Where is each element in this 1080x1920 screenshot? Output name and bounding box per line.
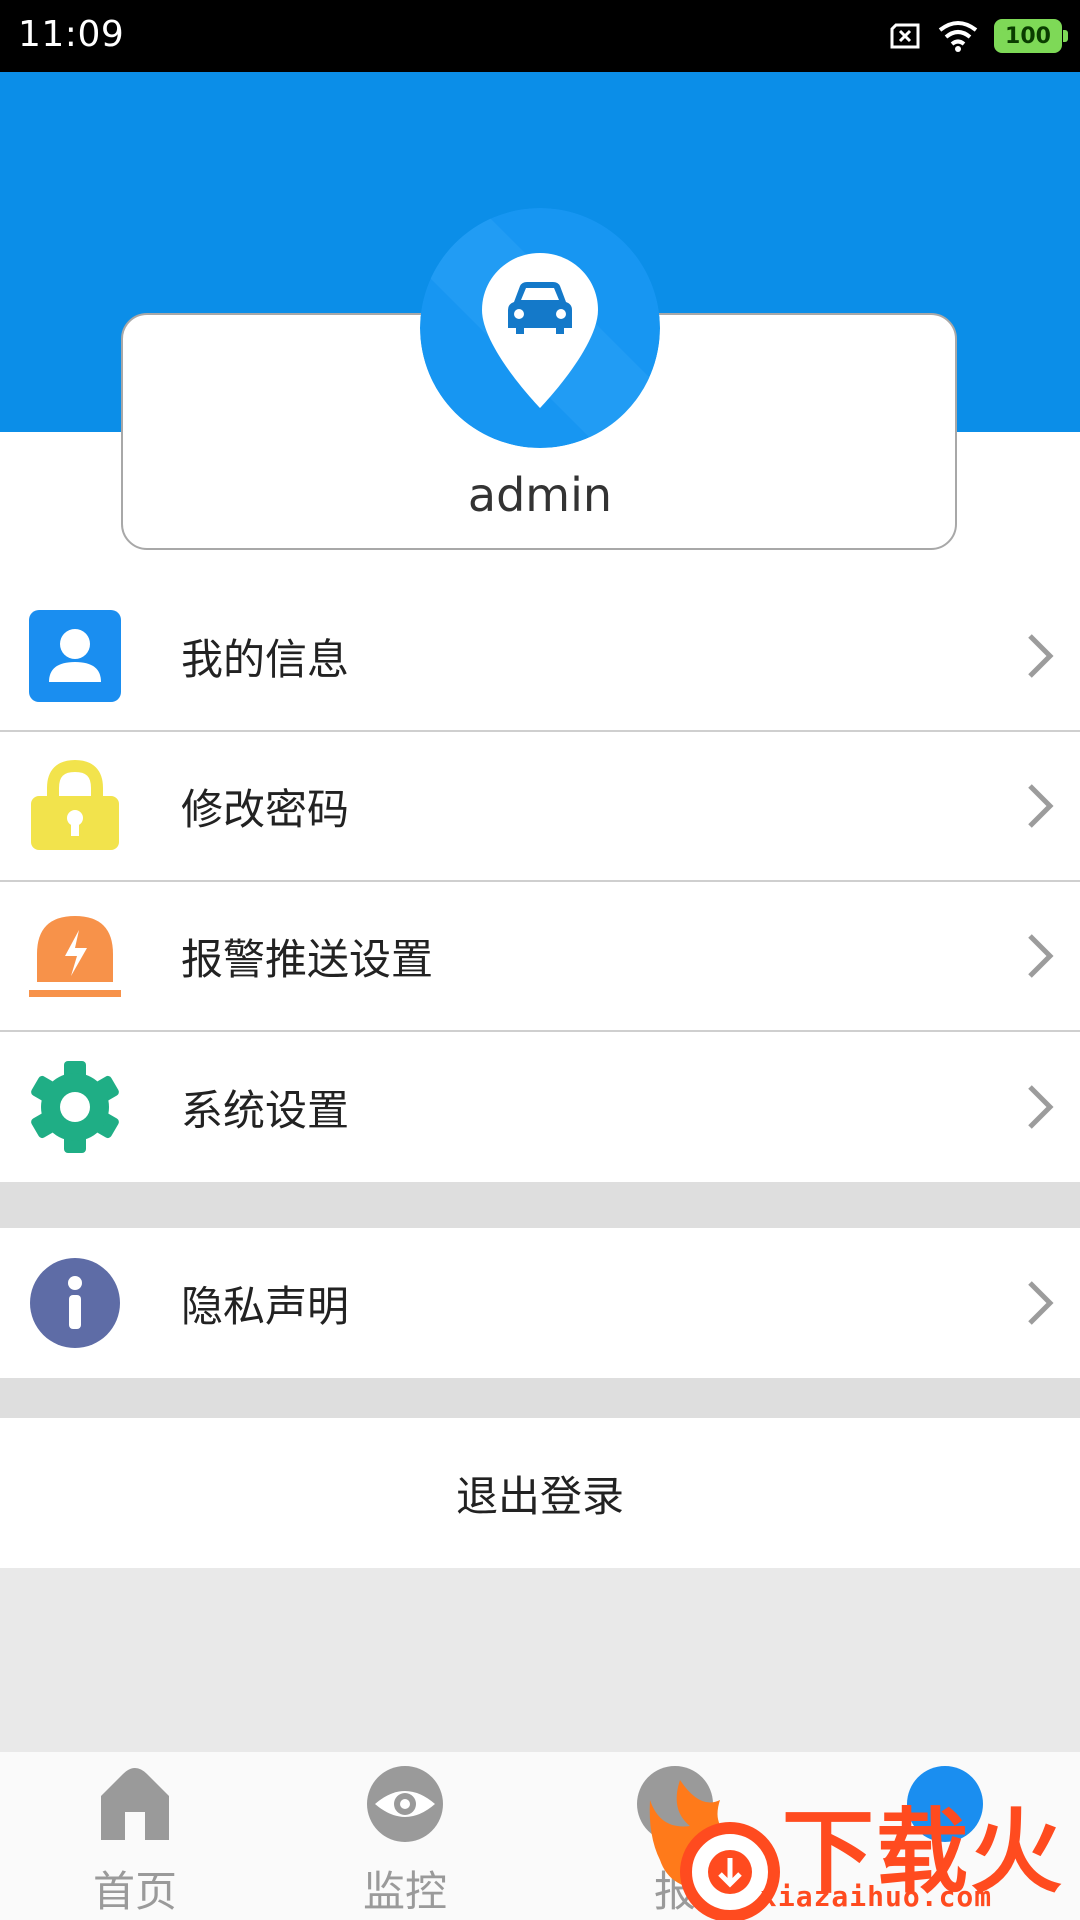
status-icons: 100 — [888, 16, 1068, 56]
eye-icon — [367, 1766, 443, 1842]
tab-label: 首页 — [92, 1867, 177, 1916]
chevron-right-icon — [1028, 634, 1054, 678]
section-divider — [0, 1182, 1080, 1228]
menu-item-change-password[interactable]: 修改密码 — [0, 732, 1080, 882]
menu-item-alarm-push-settings[interactable]: 报警推送设置 — [0, 882, 1080, 1032]
status-bar: 11:09 100 — [0, 0, 1080, 72]
menu-item-label: 系统设置 — [181, 1085, 350, 1135]
menu-item-privacy-statement[interactable]: 隐私声明 — [0, 1228, 1080, 1378]
menu-item-label: 我的信息 — [181, 634, 350, 684]
info-icon — [30, 1258, 120, 1348]
sim-card-icon — [890, 23, 920, 49]
chevron-right-icon — [1028, 934, 1054, 978]
status-time: 11:09 — [18, 14, 125, 55]
menu-item-label: 报警推送设置 — [181, 934, 434, 984]
menu-item-label: 修改密码 — [181, 784, 350, 834]
lock-icon — [31, 760, 119, 850]
avatar[interactable] — [420, 208, 660, 448]
battery-level: 100 — [1005, 23, 1051, 49]
car-location-pin-icon — [420, 208, 660, 448]
settings-menu: 我的信息 修改密码 报警推送设置 系统设置 — [0, 582, 1080, 1182]
alarm-light-icon — [29, 916, 121, 997]
tab-label: 监控 — [362, 1867, 447, 1916]
watermark-url: xiazaihuo.com — [760, 1880, 993, 1913]
menu-item-my-info[interactable]: 我的信息 — [0, 582, 1080, 732]
chevron-right-icon — [1028, 1085, 1054, 1129]
battery-icon: 100 — [994, 19, 1068, 53]
watermark-logo-icon — [649, 1780, 780, 1920]
logout-button[interactable]: 退出登录 — [0, 1418, 1080, 1568]
tab-home[interactable]: 首页 — [55, 1764, 215, 1916]
home-icon — [101, 1768, 169, 1840]
gear-icon — [31, 1061, 119, 1153]
chevron-right-icon — [1028, 784, 1054, 828]
wifi-icon — [938, 21, 978, 52]
menu-item-label: 隐私声明 — [181, 1281, 350, 1331]
section-divider — [0, 1378, 1080, 1418]
logout-label: 退出登录 — [455, 1471, 624, 1521]
tab-monitor[interactable]: 监控 — [325, 1764, 485, 1916]
watermark: 下载火 xiazaihuo.com — [640, 1770, 1080, 1920]
menu-item-system-settings[interactable]: 系统设置 — [0, 1032, 1080, 1182]
privacy-menu: 隐私声明 — [0, 1228, 1080, 1378]
user-icon — [29, 610, 121, 702]
username: admin — [467, 468, 613, 522]
chevron-right-icon — [1028, 1281, 1054, 1325]
